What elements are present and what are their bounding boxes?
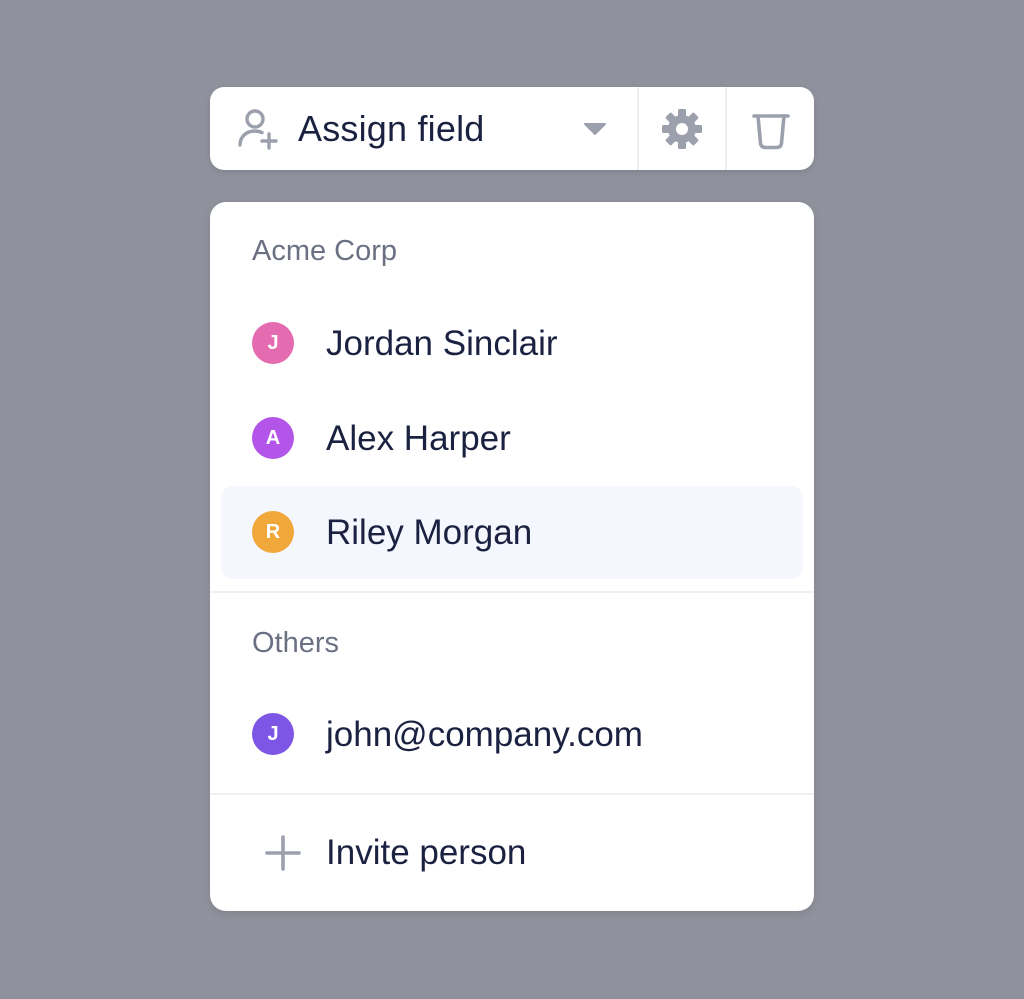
avatar: A: [252, 417, 294, 459]
list-item-john-company[interactable]: J john@company.com: [221, 688, 803, 781]
settings-button[interactable]: [639, 87, 725, 170]
list-item-label: Alex Harper: [326, 419, 511, 458]
assign-field-dropdown[interactable]: Assign field: [210, 87, 637, 170]
delete-button[interactable]: [727, 87, 814, 170]
avatar: J: [252, 713, 294, 755]
list-item-riley-morgan[interactable]: R Riley Morgan: [221, 486, 803, 579]
section-divider: [210, 591, 814, 593]
invite-person-button[interactable]: Invite person: [221, 806, 803, 899]
section-divider: [210, 793, 814, 795]
assign-toolbar: Assign field: [210, 87, 814, 170]
plus-icon: [265, 835, 301, 871]
caret-down-icon: [584, 123, 606, 135]
section-title-acme-corp: Acme Corp: [252, 235, 398, 267]
invite-person-label: Invite person: [326, 833, 527, 872]
list-item-alex-harper[interactable]: A Alex Harper: [221, 392, 803, 485]
list-item-label: john@company.com: [326, 715, 643, 754]
list-item-label: Jordan Sinclair: [326, 324, 558, 363]
avatar: J: [252, 322, 294, 364]
section-title-others: Others: [252, 627, 340, 659]
assignee-menu: Acme Corp J Jordan Sinclair A Alex Harpe…: [210, 202, 814, 911]
list-item-label: Riley Morgan: [326, 513, 533, 552]
gear-icon: [662, 108, 702, 149]
trash-icon: [751, 113, 790, 149]
list-item-jordan-sinclair[interactable]: J Jordan Sinclair: [221, 297, 803, 390]
avatar: R: [252, 511, 294, 553]
assign-field-label: Assign field: [298, 108, 485, 149]
user-plus-icon: [238, 109, 278, 150]
